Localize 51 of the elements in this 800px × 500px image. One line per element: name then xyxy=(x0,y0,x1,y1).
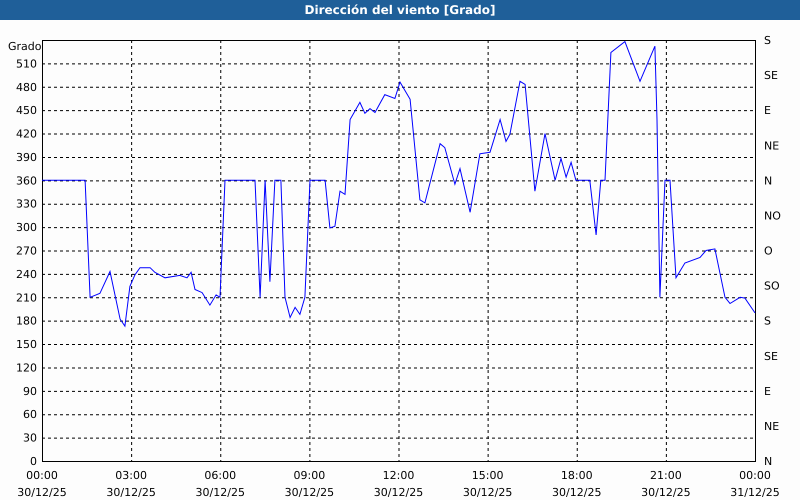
compass-direction-label: N xyxy=(764,174,772,188)
y-tick-label: 330 xyxy=(16,198,37,211)
y-tick-label: 420 xyxy=(16,128,37,141)
y-tick-label: 240 xyxy=(16,268,37,281)
y-tick-label: 180 xyxy=(16,314,37,328)
x-tick-date: 30/12/25 xyxy=(106,486,156,499)
y-tick-label: 0 xyxy=(30,455,37,468)
y-tick-label: 450 xyxy=(16,104,37,118)
y-tick-label: 480 xyxy=(16,80,37,94)
x-tick-date: 30/12/25 xyxy=(374,486,424,499)
compass-direction-label: NE xyxy=(764,420,780,433)
x-tick-date: 30/12/25 xyxy=(17,486,67,499)
y-tick-label: 30 xyxy=(23,432,37,445)
chart-title: Dirección del viento [Grado] xyxy=(304,3,496,17)
y-tick-label: 300 xyxy=(16,221,37,234)
x-tick-date: 30/12/25 xyxy=(641,486,691,499)
x-tick-time: 06:00 xyxy=(204,469,236,482)
x-tick-date: 31/12/25 xyxy=(730,486,780,499)
x-tick-date: 30/12/25 xyxy=(462,486,512,499)
compass-direction-label: E xyxy=(764,104,771,118)
compass-direction-label: E xyxy=(764,384,771,398)
x-tick-time: 12:00 xyxy=(382,469,414,482)
compass-direction-label: SE xyxy=(764,69,778,82)
compass-direction-label: N xyxy=(764,455,772,468)
y-tick-label: 210 xyxy=(16,291,37,304)
y-tick-label: 270 xyxy=(16,244,37,258)
x-tick-time: 15:00 xyxy=(472,469,504,482)
x-tick-date: 30/12/25 xyxy=(284,486,334,499)
y-tick-label: 150 xyxy=(16,338,37,352)
x-tick-time: 09:00 xyxy=(294,469,326,482)
compass-direction-label: SO xyxy=(764,280,780,293)
y-tick-label: 120 xyxy=(16,361,37,374)
x-tick-time: 00:00 xyxy=(26,469,58,482)
compass-direction-label: S xyxy=(764,34,771,47)
y-tick-label: 360 xyxy=(16,174,37,188)
x-tick-time: 18:00 xyxy=(560,469,593,482)
y-axis-unit: Grado xyxy=(8,40,42,53)
y-tick-label: 90 xyxy=(23,384,37,398)
y-tick-label: 60 xyxy=(23,408,37,422)
x-tick-date: 30/12/25 xyxy=(552,486,602,499)
compass-direction-label: SE xyxy=(764,350,778,363)
x-tick-time: 03:00 xyxy=(115,469,147,482)
x-tick-time: 21:00 xyxy=(650,469,682,482)
x-tick-time: 00:00 xyxy=(739,469,771,482)
compass-direction-label: NE xyxy=(764,139,780,152)
y-tick-label: 390 xyxy=(16,150,37,164)
x-tick-date: 30/12/25 xyxy=(196,486,245,499)
y-tick-label: 510 xyxy=(16,57,37,70)
compass-direction-label: O xyxy=(764,244,773,258)
compass-direction-label: S xyxy=(764,314,771,328)
compass-direction-label: NO xyxy=(764,209,781,222)
